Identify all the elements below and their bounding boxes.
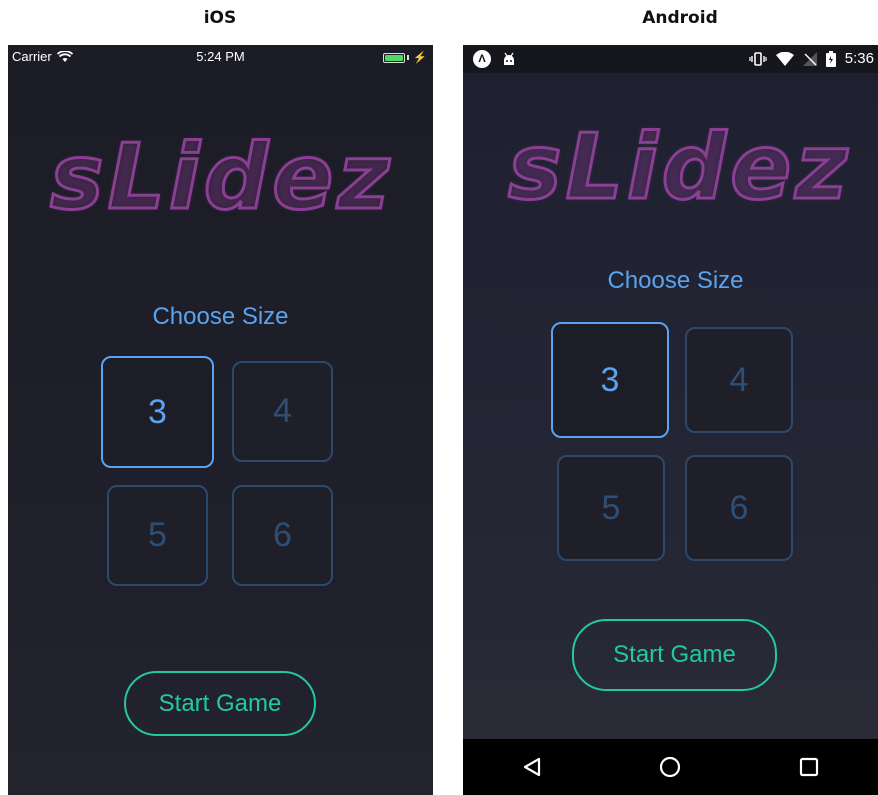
ios-label: iOS: [203, 8, 237, 28]
recents-button[interactable]: [779, 742, 839, 792]
size-option-5[interactable]: 5: [557, 455, 665, 561]
vibrate-icon: [749, 51, 767, 66]
size-option-3[interactable]: 3: [551, 322, 669, 438]
battery-icon: [825, 50, 836, 67]
no-signal-icon: [802, 51, 817, 66]
android-label: Android: [642, 8, 718, 28]
home-button[interactable]: [640, 742, 700, 792]
choose-size-label: Choose Size: [607, 267, 744, 294]
size-option-6[interactable]: 6: [685, 455, 793, 561]
android-nav-bar: [463, 739, 878, 795]
choose-size-label: Choose Size: [152, 303, 289, 330]
size-option-6[interactable]: 6: [232, 485, 333, 586]
android-debug-icon: [504, 52, 514, 65]
battery-charging-icon: ⚡: [383, 51, 427, 64]
recents-square-icon: [799, 757, 818, 777]
start-game-button[interactable]: Start Game: [124, 671, 316, 736]
expo-icon: Λ: [473, 50, 491, 68]
size-option-3[interactable]: 3: [101, 356, 214, 468]
android-status-bar: Λ 5:36: [463, 45, 878, 73]
android-screen: Λ 5:36 sLidez Choose Size 3 4 5 6 Start …: [463, 45, 878, 795]
wifi-icon: [775, 51, 794, 66]
ios-screen: Carrier 5:24 PM ⚡ sLidez Choose Size 3 4…: [8, 45, 433, 795]
home-circle-icon: [660, 756, 681, 778]
status-time: 5:36: [844, 50, 874, 67]
app-logo: sLidez: [49, 124, 394, 232]
status-time: 5:24 PM: [196, 49, 245, 64]
size-option-4[interactable]: 4: [685, 327, 793, 433]
size-option-5[interactable]: 5: [107, 485, 208, 586]
size-option-4[interactable]: 4: [232, 361, 333, 462]
ios-status-bar: Carrier 5:24 PM ⚡: [8, 45, 433, 69]
start-game-button[interactable]: Start Game: [572, 619, 777, 691]
back-triangle-icon: [524, 757, 541, 777]
back-button[interactable]: [502, 742, 562, 792]
app-logo: sLidez: [507, 114, 852, 222]
